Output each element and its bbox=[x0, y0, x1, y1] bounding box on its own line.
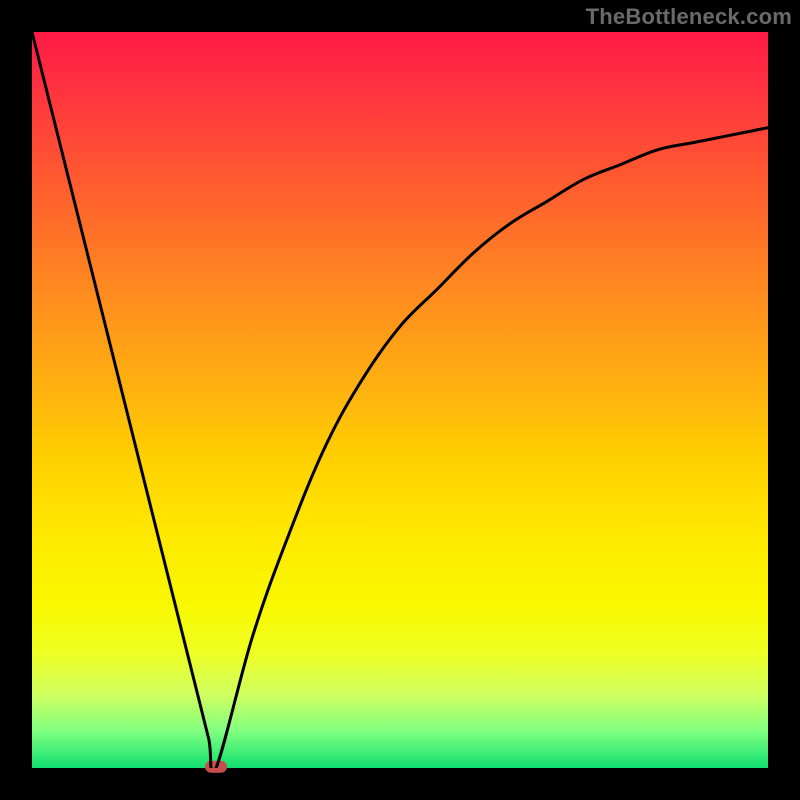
bottleneck-curve bbox=[32, 32, 768, 768]
curve-path bbox=[32, 32, 768, 768]
watermark-text: TheBottleneck.com bbox=[586, 4, 792, 30]
